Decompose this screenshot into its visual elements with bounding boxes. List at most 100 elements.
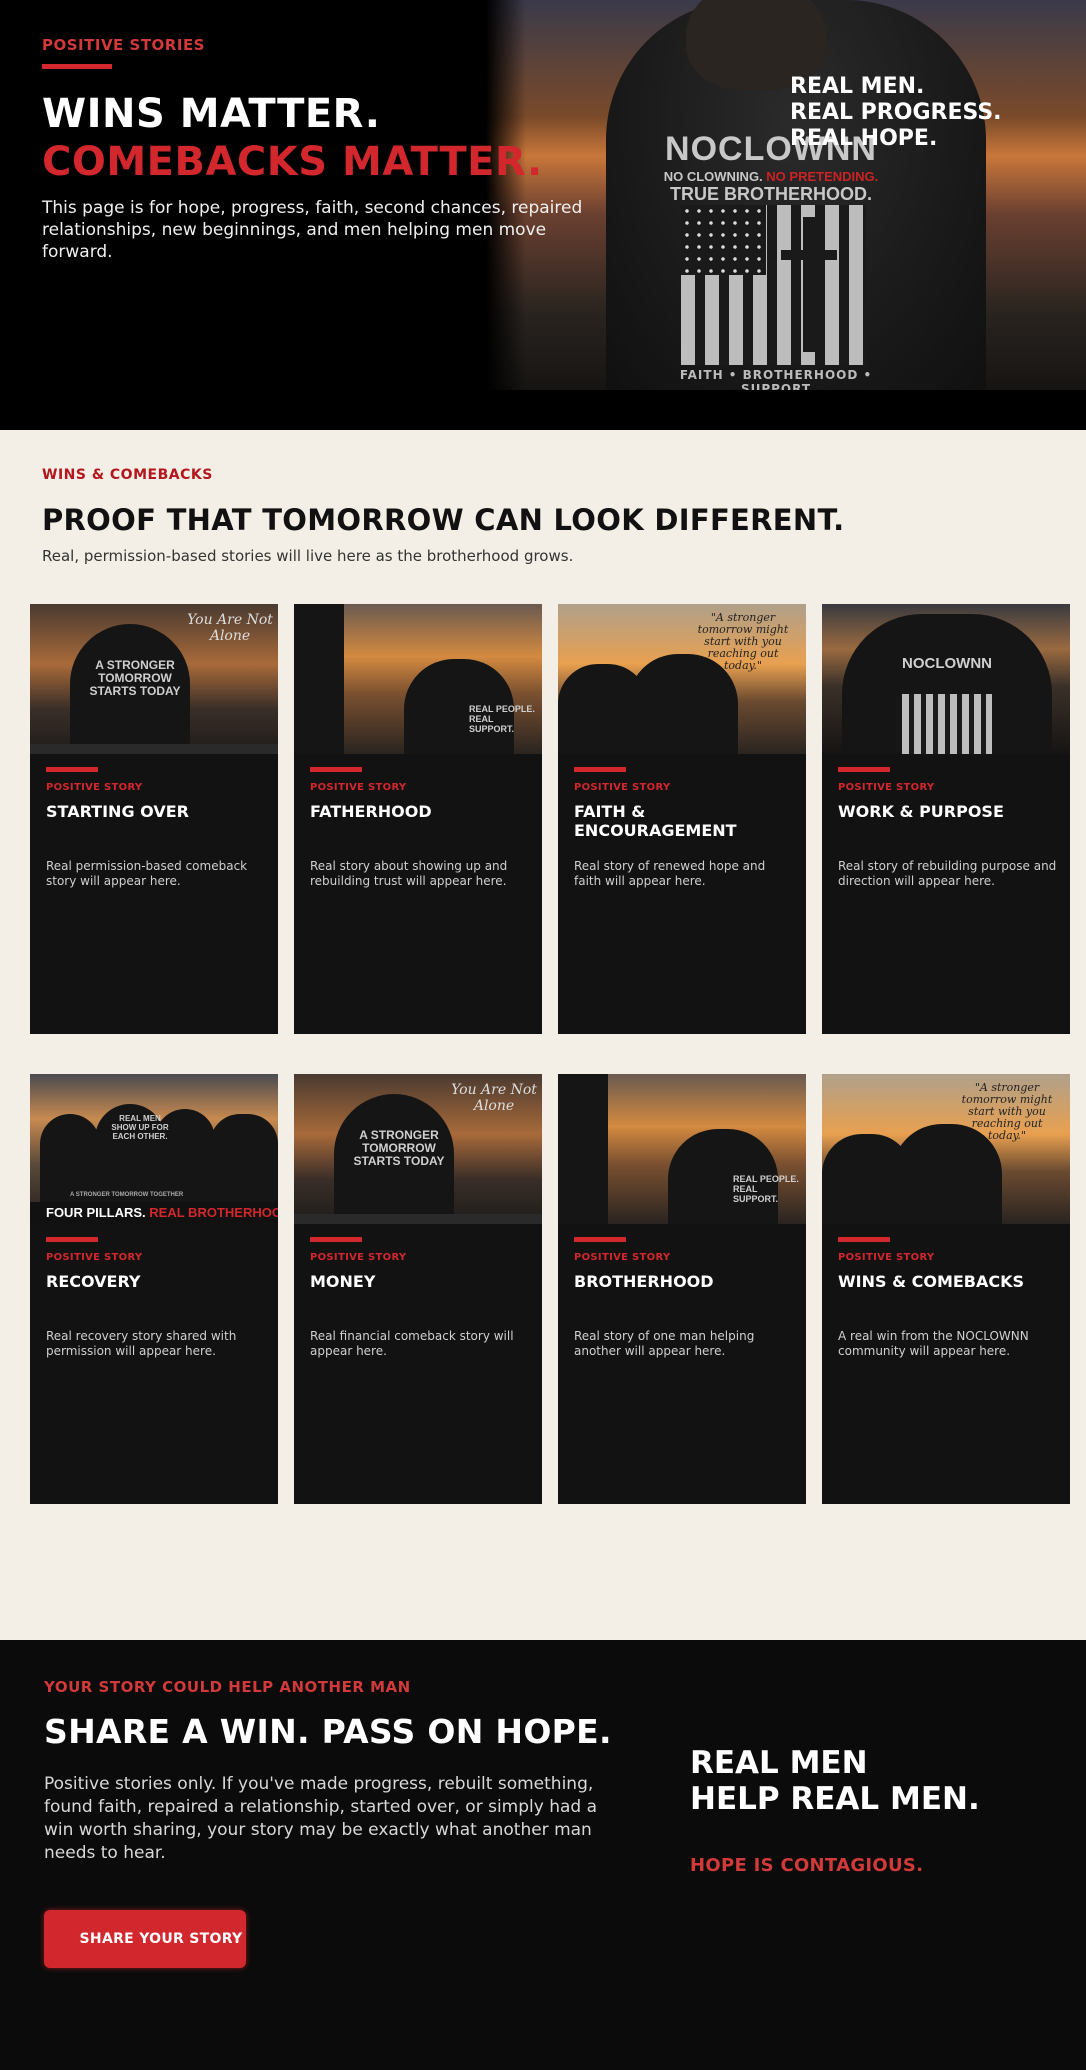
card-desc: Real story of rebuilding purpose and dir… — [838, 859, 1057, 888]
card-title: BROTHERHOOD — [574, 1272, 714, 1291]
shirt-line-c: TRUE BROTHERHOOD. — [670, 184, 872, 204]
flag-graphic-small — [902, 694, 992, 754]
quote-script: "A stronger tomorrow might start with yo… — [697, 611, 789, 672]
hoodie-text: A STRONGER TOMORROW STARTS TODAY — [89, 658, 181, 698]
card-desc: Real story about showing up and rebuildi… — [310, 859, 508, 888]
quote-script: "A stronger tomorrow might start with yo… — [961, 1081, 1053, 1142]
cta-section: YOUR STORY COULD HELP ANOTHER MAN SHARE … — [0, 1640, 1086, 2070]
card-desc: Real permission-based comeback story wil… — [46, 859, 248, 888]
story-card-money[interactable]: A STRONGER TOMORROW STARTS TODAY You Are… — [294, 1074, 542, 1504]
card-title: WINS & COMEBACKS — [838, 1272, 1025, 1291]
hero-headline: WINS MATTER. COMEBACKS MATTER. — [42, 90, 543, 186]
story-card-brotherhood[interactable]: REAL PEOPLE. REAL SUPPORT. POSITIVE STOR… — [558, 1074, 806, 1504]
card-title: FATHERHOOD — [310, 802, 432, 821]
card-accent-bar — [574, 767, 626, 772]
card-accent-bar — [574, 1237, 626, 1242]
card-title: STARTING OVER — [46, 802, 189, 821]
cta-side-line-1: REAL MEN — [690, 1745, 868, 1781]
hero-accent-bar — [42, 64, 112, 69]
card-image: REAL PEOPLE. REAL SUPPORT. — [558, 1074, 806, 1224]
card-tag: POSITIVE STORY — [574, 1252, 671, 1263]
shirt-line-a: NO CLOWNING. — [663, 169, 763, 184]
section-eyebrow: WINS & COMEBACKS — [42, 467, 213, 483]
hoodie-text: A STRONGER TOMORROW STARTS TODAY — [353, 1128, 445, 1168]
cta-side-red: HOPE IS CONTAGIOUS. — [690, 1855, 924, 1876]
cta-side-text: REAL MEN HELP REAL MEN. — [690, 1745, 980, 1817]
share-your-story-button[interactable]: SHARE YOUR STORY — [44, 1910, 246, 1968]
image-strip — [294, 1214, 542, 1224]
card-tag: POSITIVE STORY — [574, 782, 671, 793]
cta-title: SHARE A WIN. PASS ON HOPE. — [44, 1712, 612, 1751]
card-tag: POSITIVE STORY — [838, 1252, 935, 1263]
card-accent-bar — [310, 1237, 362, 1242]
card-image: "A stronger tomorrow might start with yo… — [558, 604, 806, 754]
card-desc: A real win from the NOCLOWNN community w… — [838, 1329, 1029, 1358]
figure-standing — [558, 1074, 608, 1224]
script-text: You Are Not Alone — [451, 1082, 537, 1114]
card-tag: POSITIVE STORY — [46, 1252, 143, 1263]
script-text: You Are Not Alone — [187, 612, 273, 644]
small-caption: A STRONGER TOMORROW TOGETHER — [70, 1192, 184, 1198]
figure-4 — [210, 1114, 278, 1204]
figure-standing — [294, 604, 344, 754]
card-desc: Real financial comeback story will appea… — [310, 1329, 514, 1358]
cta-side-line-2: HELP REAL MEN. — [690, 1781, 980, 1817]
figure-1 — [40, 1114, 100, 1204]
photo-fade — [486, 0, 526, 390]
cta-body: Positive stories only. If you've made pr… — [44, 1774, 598, 1863]
card-tag: POSITIVE STORY — [310, 782, 407, 793]
card-image: NOCLOWNN — [822, 604, 1070, 754]
hero-photo: NOCLOWNN NO CLOWNING. NO PRETENDING. TRU… — [486, 0, 1086, 396]
hero-section: NOCLOWNN NO CLOWNING. NO PRETENDING. TRU… — [0, 0, 1086, 430]
hero-side-line-2: REAL PROGRESS. — [790, 100, 1002, 125]
hero-headline-line-1: WINS MATTER. — [42, 91, 381, 137]
hero-side-line-1: REAL MEN. — [790, 74, 925, 99]
story-card-work-purpose[interactable]: NOCLOWNN POSITIVE STORY WORK & PURPOSE R… — [822, 604, 1070, 1034]
card-desc: Real recovery story shared with permissi… — [46, 1329, 237, 1358]
card-image: "A stronger tomorrow might start with yo… — [822, 1074, 1070, 1224]
card-title: RECOVERY — [46, 1272, 141, 1291]
flag-stars — [681, 205, 766, 275]
shirt-text: REAL PEOPLE. REAL SUPPORT. — [733, 1174, 799, 1204]
card-title: WORK & PURPOSE — [838, 802, 1004, 821]
card-tag: POSITIVE STORY — [838, 782, 935, 793]
cta-eyebrow: YOUR STORY COULD HELP ANOTHER MAN — [44, 1678, 411, 1696]
card-desc: Real story of renewed hope and faith wil… — [574, 859, 766, 888]
cross-icon — [803, 217, 815, 352]
hero-side-text: REAL MEN. REAL PROGRESS. REAL HOPE. — [790, 74, 1002, 152]
card-tag: POSITIVE STORY — [310, 1252, 407, 1263]
story-card-fatherhood[interactable]: REAL PEOPLE. REAL SUPPORT. POSITIVE STOR… — [294, 604, 542, 1034]
hero-bottom-band — [0, 390, 1086, 430]
card-accent-bar — [838, 767, 890, 772]
shirt-text: REAL MEN SHOW UP FOR EACH OTHER. — [111, 1114, 169, 1141]
hero-lede: This page is for hope, progress, faith, … — [42, 198, 583, 262]
card-desc: Real story of one man helping another wi… — [574, 1329, 755, 1358]
shirt-text: REAL PEOPLE. REAL SUPPORT. — [469, 704, 535, 734]
flag-graphic — [681, 205, 866, 365]
card-title: MONEY — [310, 1272, 376, 1291]
hero-eyebrow: POSITIVE STORIES — [42, 36, 205, 54]
card-accent-bar — [838, 1237, 890, 1242]
story-card-faith-encouragement[interactable]: "A stronger tomorrow might start with yo… — [558, 604, 806, 1034]
hero-side-line-3: REAL HOPE. — [790, 126, 938, 151]
card-accent-bar — [310, 767, 362, 772]
image-banner: FOUR PILLARS. REAL BROTHERHOOD — [30, 1202, 278, 1224]
card-image: REAL PEOPLE. REAL SUPPORT. — [294, 604, 542, 754]
card-title: FAITH & ENCOURAGEMENT — [574, 802, 737, 840]
banner-a: FOUR PILLARS. — [46, 1205, 146, 1220]
card-accent-bar — [46, 1237, 98, 1242]
cross-icon-bar — [781, 250, 837, 260]
card-image: REAL MEN SHOW UP FOR EACH OTHER. A STRON… — [30, 1074, 278, 1224]
hero-headline-line-2: COMEBACKS MATTER. — [42, 139, 543, 185]
shirt-tagline: NO CLOWNING. NO PRETENDING. — [656, 169, 886, 184]
shirt-line-b: NO PRETENDING. — [766, 169, 879, 184]
card-tag: POSITIVE STORY — [46, 782, 143, 793]
story-card-recovery[interactable]: REAL MEN SHOW UP FOR EACH OTHER. A STRON… — [30, 1074, 278, 1504]
story-card-wins-comebacks[interactable]: "A stronger tomorrow might start with yo… — [822, 1074, 1070, 1504]
story-card-starting-over[interactable]: A STRONGER TOMORROW STARTS TODAY You Are… — [30, 604, 278, 1034]
card-accent-bar — [46, 767, 98, 772]
section-subtitle: Real, permission-based stories will live… — [42, 547, 574, 565]
card-image: A STRONGER TOMORROW STARTS TODAY You Are… — [294, 1074, 542, 1224]
banner-b: REAL BROTHERHOOD — [149, 1205, 278, 1220]
shirt-brand-small: NOCLOWNN — [902, 655, 992, 672]
